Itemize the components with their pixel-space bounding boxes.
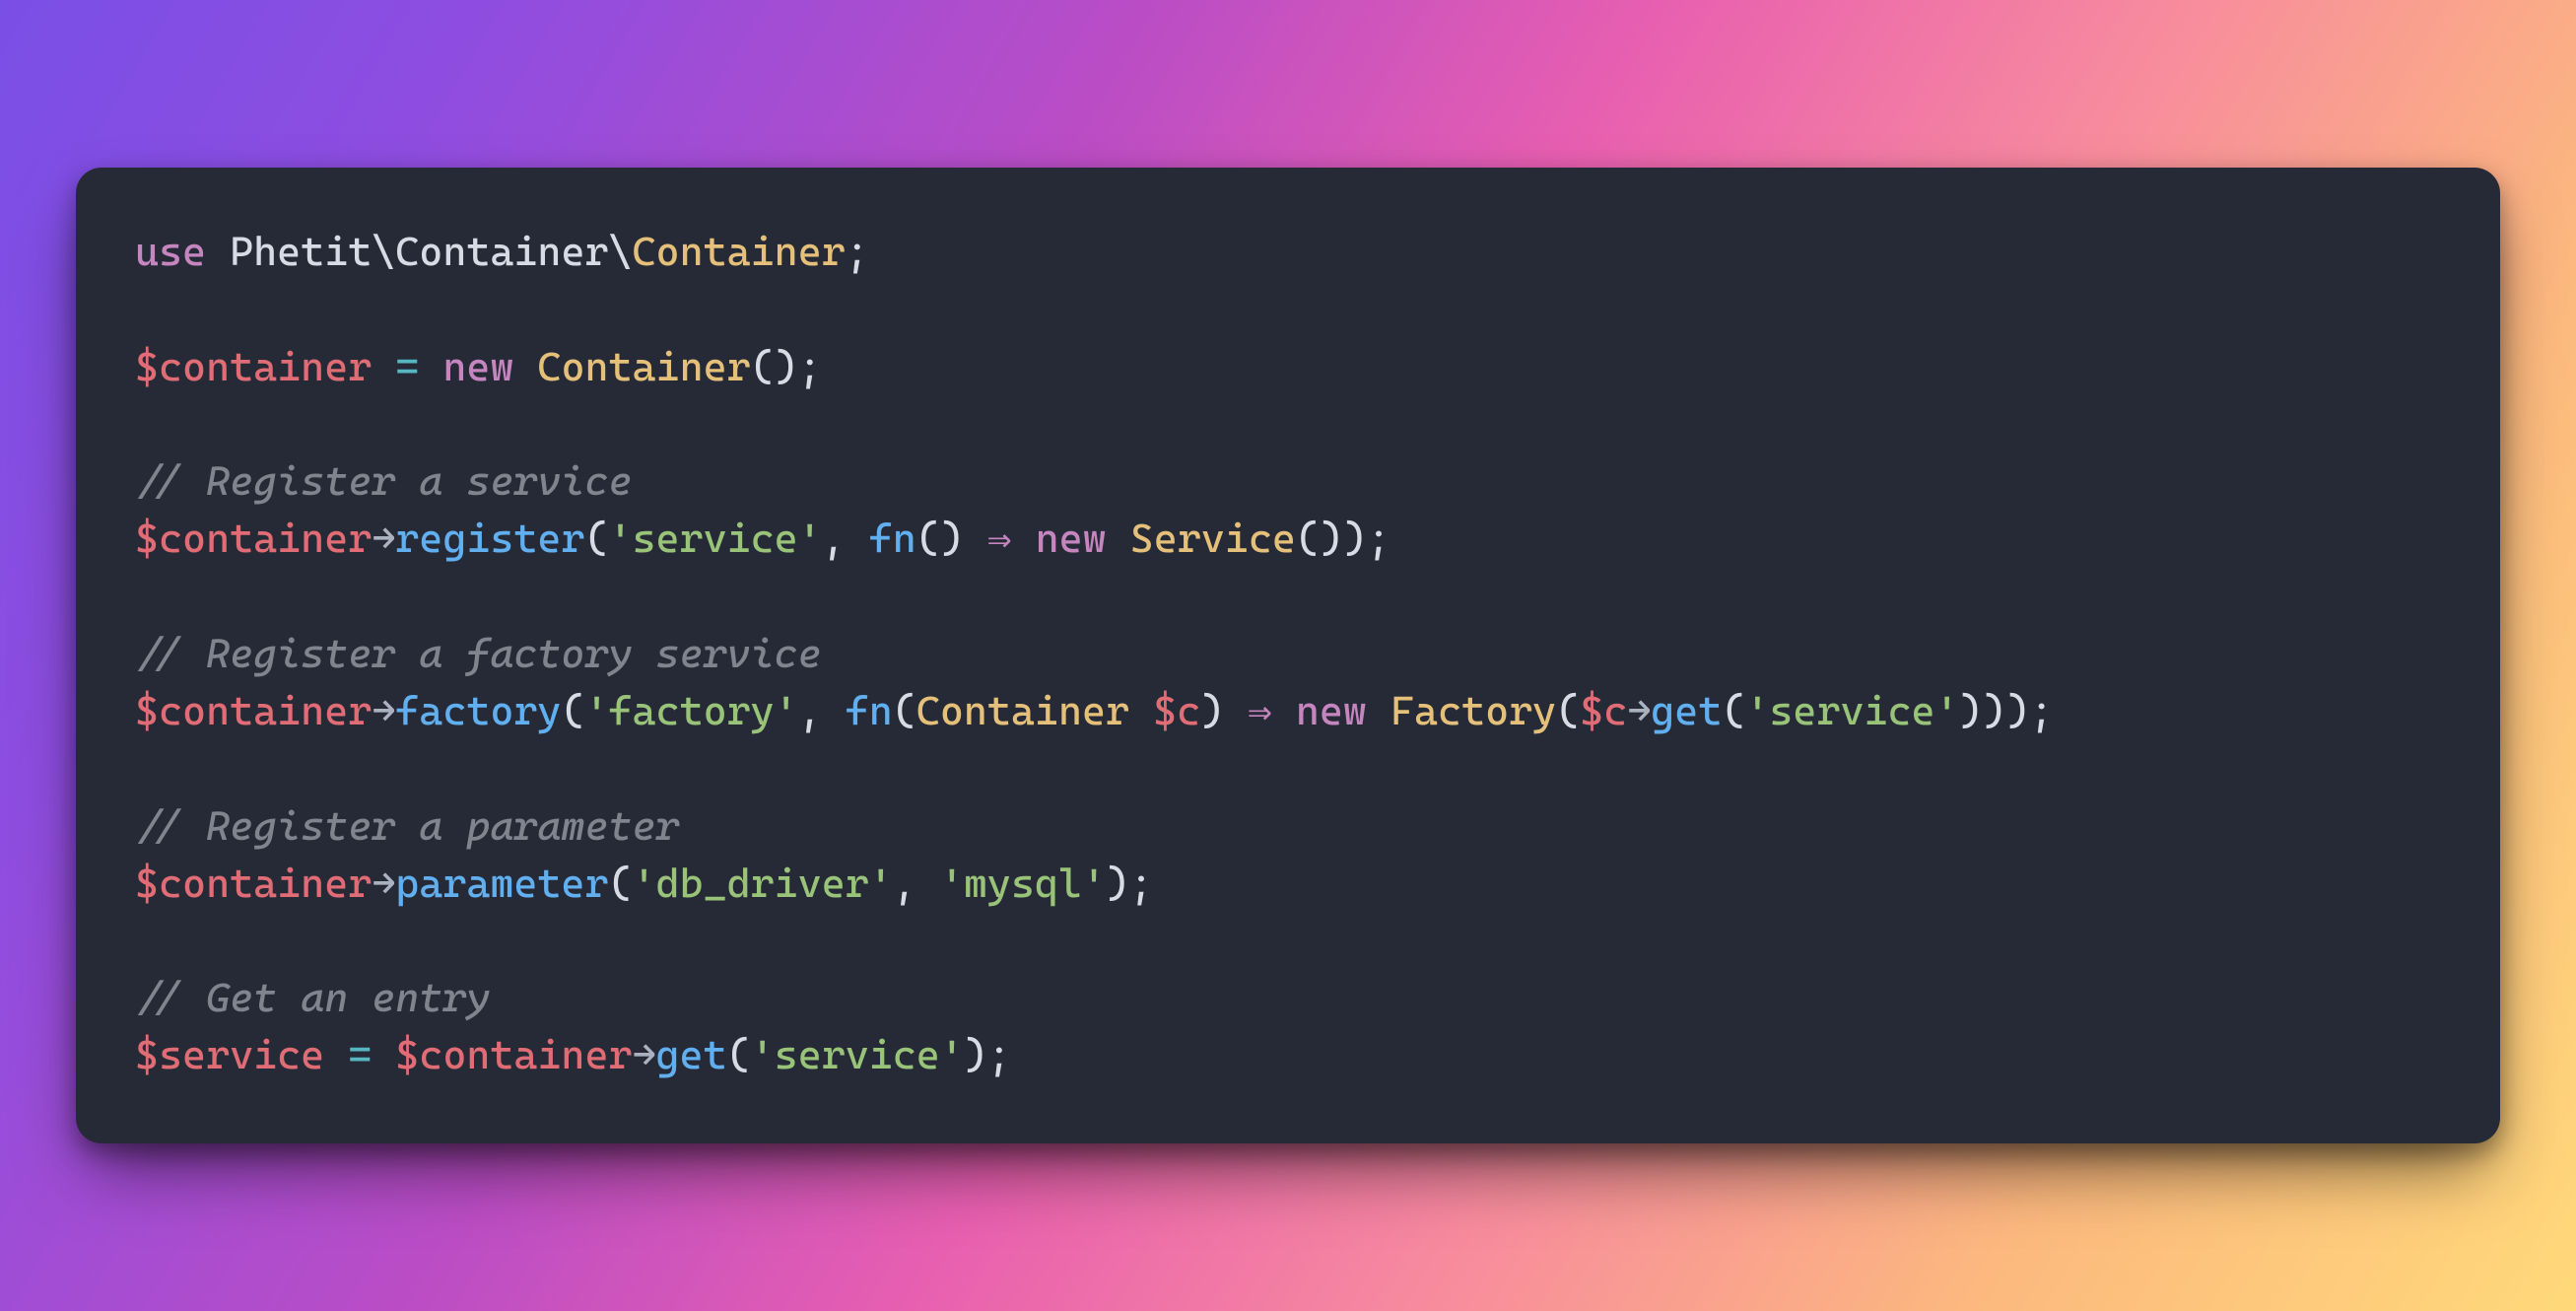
string: 'mysql' <box>940 860 1106 907</box>
code-line: use Phetit\Container\Container; <box>135 228 869 275</box>
method: get <box>1651 687 1722 734</box>
method: get <box>656 1031 727 1078</box>
punct: ; <box>1367 515 1390 562</box>
string: 'service' <box>751 1031 964 1078</box>
fn-keyword: fn <box>869 515 916 562</box>
namespace: Phetit <box>230 228 372 275</box>
punct: ; <box>1129 860 1153 907</box>
keyword-new: new <box>442 343 513 390</box>
punct: ()) <box>1296 515 1367 562</box>
punct: ( <box>608 860 632 907</box>
space <box>1012 515 1036 562</box>
fn-keyword: fn <box>846 687 893 734</box>
method: factory <box>395 687 561 734</box>
punct: ( <box>727 1031 751 1078</box>
arrow-op: → <box>372 687 395 734</box>
string: 'service' <box>608 515 821 562</box>
code-line: // Register a parameter <box>135 802 680 850</box>
space <box>1129 687 1153 734</box>
double-arrow: ⇒ <box>1248 687 1272 734</box>
punct: ) <box>964 1031 987 1078</box>
space <box>513 343 537 390</box>
punct: ; <box>846 228 869 275</box>
variable: $container <box>135 343 372 390</box>
class-name: Factory <box>1390 687 1556 734</box>
keyword-use: use <box>135 228 206 275</box>
code-line: $container→register('service', fn() ⇒ ne… <box>135 515 1390 562</box>
variable: $c <box>1153 687 1200 734</box>
comment: // Register a service <box>135 457 633 505</box>
arrow-op: → <box>372 515 395 562</box>
class-name: Service <box>1130 515 1296 562</box>
comment: // Get an entry <box>135 974 490 1021</box>
arrow-op: → <box>633 1031 656 1078</box>
variable: $container <box>135 515 372 562</box>
keyword-new: new <box>1296 687 1367 734</box>
class-name: Container <box>537 343 750 390</box>
variable: $c <box>1580 687 1627 734</box>
punct: () <box>916 515 987 562</box>
punct: ) <box>1106 860 1129 907</box>
space <box>1107 515 1130 562</box>
method: register <box>395 515 584 562</box>
punct: ( <box>893 687 916 734</box>
code-line: // Register a service <box>135 457 633 505</box>
punct: ( <box>561 687 584 734</box>
punct: ; <box>987 1031 1011 1078</box>
punct: , <box>798 687 846 734</box>
comment: // Register a factory service <box>135 630 822 677</box>
code-line: // Register a factory service <box>135 630 822 677</box>
punct: ))) <box>1959 687 2030 734</box>
arrow-op: → <box>1627 687 1651 734</box>
punct: ; <box>2030 687 2054 734</box>
operator: = <box>324 1031 395 1078</box>
punct: ( <box>1722 687 1745 734</box>
code-line: $container→factory('factory', fn(Contain… <box>135 687 2054 734</box>
string: 'service' <box>1745 687 1958 734</box>
variable: $container <box>395 1031 632 1078</box>
punct: () <box>751 343 798 390</box>
class-name: Container <box>633 228 846 275</box>
punct: ; <box>798 343 822 390</box>
punct: , <box>893 860 940 907</box>
variable: $container <box>135 860 372 907</box>
punct: ( <box>584 515 608 562</box>
code-line: $container→parameter('db_driver', 'mysql… <box>135 860 1153 907</box>
punct: , <box>822 515 869 562</box>
code-line: $container = new Container(); <box>135 343 822 390</box>
punct: ) <box>1200 687 1248 734</box>
operator: = <box>372 343 442 390</box>
space <box>1367 687 1390 734</box>
punct: ( <box>1556 687 1580 734</box>
space <box>1272 687 1296 734</box>
class-name: Container <box>916 687 1129 734</box>
string: 'db_driver' <box>633 860 893 907</box>
variable: $container <box>135 687 372 734</box>
namespace: Container <box>395 228 608 275</box>
double-arrow: ⇒ <box>987 515 1012 562</box>
code-line: $service = $container→get('service'); <box>135 1031 1011 1078</box>
code-block: use Phetit\Container\Container; $contain… <box>135 223 2441 1083</box>
keyword-new: new <box>1036 515 1107 562</box>
method: parameter <box>395 860 608 907</box>
arrow-op: → <box>372 860 395 907</box>
code-card: use Phetit\Container\Container; $contain… <box>76 168 2500 1142</box>
comment: // Register a parameter <box>135 802 680 850</box>
variable: $service <box>135 1031 324 1078</box>
code-line: // Get an entry <box>135 974 490 1021</box>
string: 'factory' <box>584 687 797 734</box>
punct: \ <box>609 228 633 275</box>
punct: \ <box>372 228 395 275</box>
